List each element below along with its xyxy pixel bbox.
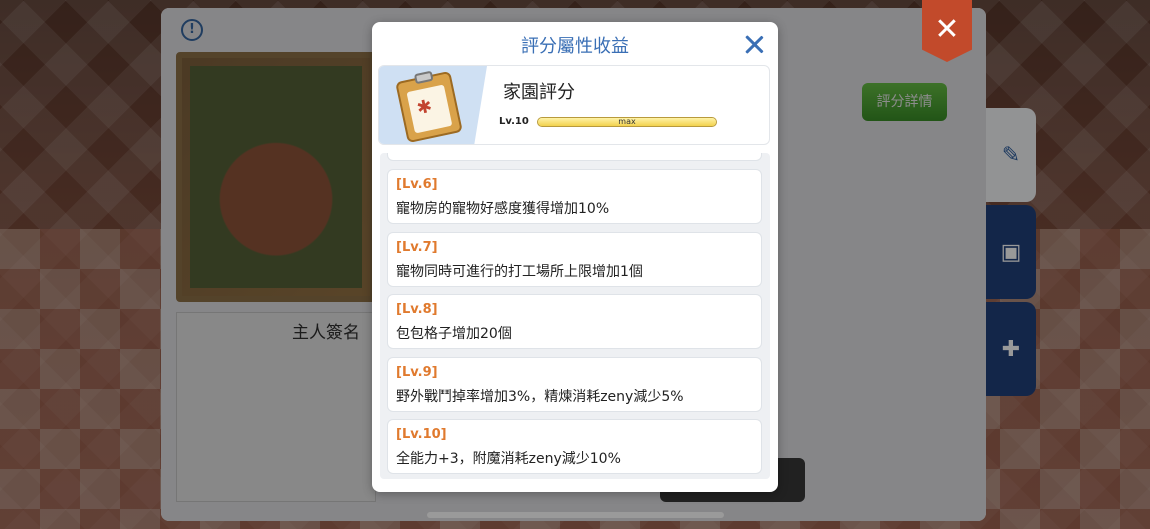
item-description: 全能力+3，附魔消耗zeny減少10% bbox=[396, 451, 621, 467]
list-item: [Lv.7] 寵物同時可進行的打工場所上限增加1個 bbox=[387, 232, 762, 287]
clipboard-icon: ✱ bbox=[395, 70, 463, 144]
contact-card-icon: ▣ bbox=[1000, 239, 1022, 265]
edit-icon: ✎ bbox=[1001, 142, 1021, 168]
side-tab-bar: ✎ ▣ ✚ bbox=[986, 108, 1036, 399]
item-level: [Lv.9] bbox=[396, 365, 438, 380]
tab-book[interactable]: ✚ bbox=[986, 302, 1036, 396]
horizontal-scrollbar[interactable] bbox=[427, 512, 724, 518]
item-description: 寵物同時可進行的打工場所上限增加1個 bbox=[396, 264, 643, 280]
close-icon[interactable]: ✕ bbox=[922, 0, 972, 62]
item-description: 寵物房的寵物好感度獲得增加10% bbox=[396, 201, 610, 217]
list-item: [Lv.6] 寵物房的寵物好感度獲得增加10% bbox=[387, 169, 762, 224]
list-item: [Lv.10] 全能力+3，附魔消耗zeny減少10% bbox=[387, 419, 762, 474]
dialog-title: 評分屬性收益 bbox=[521, 36, 629, 57]
item-level: [Lv.6] bbox=[396, 177, 438, 192]
item-level: [Lv.10] bbox=[396, 427, 447, 442]
close-icon[interactable] bbox=[744, 34, 764, 54]
rating-name: 家園評分 bbox=[503, 82, 575, 103]
book-icon: ✚ bbox=[1001, 336, 1021, 362]
item-description: 野外戰鬥掉率增加3%，精煉消耗zeny減少5% bbox=[396, 389, 684, 405]
progress-label: max bbox=[618, 117, 636, 126]
rating-progress-bar: max bbox=[537, 117, 717, 127]
rating-benefits-dialog: 評分屬性收益 ✱ 家園評分 Lv.10 max [Lv.6] 寵物房的寵物好感度… bbox=[372, 22, 778, 492]
item-level: [Lv.8] bbox=[396, 302, 438, 317]
rating-icon-background: ✱ bbox=[379, 66, 487, 144]
tab-contacts[interactable]: ▣ bbox=[986, 205, 1036, 299]
rating-header-card: ✱ 家園評分 Lv.10 max bbox=[378, 65, 770, 145]
list-item: [Lv.9] 野外戰鬥掉率增加3%，精煉消耗zeny減少5% bbox=[387, 357, 762, 412]
item-level: [Lv.7] bbox=[396, 240, 438, 255]
list-item: [Lv.8] 包包格子增加20個 bbox=[387, 294, 762, 349]
rating-level: Lv.10 bbox=[499, 116, 529, 127]
benefits-list[interactable]: [Lv.6] 寵物房的寵物好感度獲得增加10% [Lv.7] 寵物同時可進行的打… bbox=[380, 153, 770, 479]
tab-edit[interactable]: ✎ bbox=[986, 108, 1036, 202]
list-item-partial bbox=[387, 153, 762, 161]
item-description: 包包格子增加20個 bbox=[396, 326, 512, 342]
